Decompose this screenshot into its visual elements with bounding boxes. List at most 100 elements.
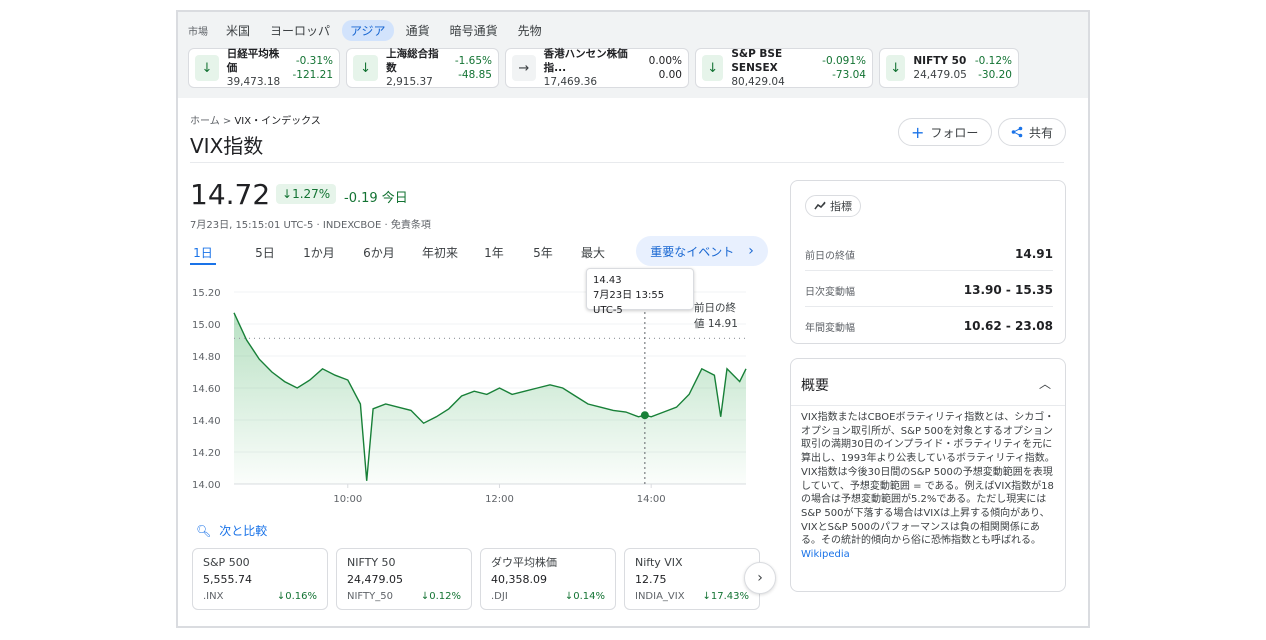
compare-ticker: .DJI: [491, 591, 508, 602]
card-pct: -1.65%: [454, 55, 492, 67]
card-pct: -0.31%: [295, 55, 333, 67]
change-pill: ↓1.27%: [276, 184, 337, 204]
follow-button[interactable]: + フォロー: [898, 118, 992, 146]
compare-name: NIFTY 50: [347, 556, 396, 569]
compare-pct: 0.12%: [429, 591, 461, 602]
card-value: 2,915.37: [386, 76, 433, 88]
stat-label: 日次変動幅: [805, 287, 855, 298]
hover-point: [640, 411, 649, 420]
range-5d[interactable]: 5日: [240, 244, 290, 265]
market-card-nifty50[interactable]: ↓ NIFTY 50 24,479.05 -0.12% -30.20: [879, 48, 1019, 88]
key-events-button[interactable]: 重要なイベント ›: [636, 236, 768, 266]
compare-card-niftyvix[interactable]: Nifty VIX 12.75 INDIA_VIX ↓17.43%: [624, 548, 760, 610]
card-name: 上海総合指数: [386, 48, 439, 74]
range-1m[interactable]: 1か月: [290, 244, 348, 265]
compare-card-sp500[interactable]: S&P 500 5,555.74 .INX ↓0.16%: [192, 548, 328, 610]
share-icon: [1011, 126, 1023, 138]
about-text: VIX指数またはCBOEボラティリティ指数とは、シカゴ・オプション取引所が、S&…: [801, 411, 1057, 562]
arrow-down-icon: ↓: [276, 591, 286, 602]
range-6m[interactable]: 6か月: [348, 244, 410, 265]
compare-ticker: NIFTY_50: [347, 591, 393, 602]
arrow-down-icon: ↓: [195, 55, 219, 81]
y-tick-label: 14.80: [192, 352, 221, 363]
tab-crypto[interactable]: 暗号通貨: [442, 20, 506, 41]
card-value: 80,429.04: [731, 76, 785, 88]
market-card-shanghai[interactable]: ↓ 上海総合指数 2,915.37 -1.65% -48.85: [346, 48, 499, 88]
range-1y[interactable]: 1年: [470, 244, 518, 265]
tab-europe[interactable]: ヨーロッパ: [262, 20, 338, 41]
market-card-nikkei[interactable]: ↓ 日経平均株価 39,473.18 -0.31% -121.21: [188, 48, 340, 88]
about-title: 概要: [801, 378, 829, 394]
range-5y[interactable]: 5年: [518, 244, 568, 265]
divider: [805, 306, 1053, 307]
finance-page: 市場 米国 ヨーロッパ アジア 通貨 暗号通貨 先物 ↓ 日経平均株価 39,47…: [176, 10, 1090, 628]
range-1d[interactable]: 1日: [190, 244, 216, 265]
plus-icon: +: [911, 122, 925, 142]
compare-value: 5,555.74: [203, 573, 252, 586]
market-card-hangseng[interactable]: → 香港ハンセン株価指... 17,469.36 0.00% 0.00: [505, 48, 689, 88]
breadcrumb-home[interactable]: ホーム: [190, 116, 220, 127]
compare-pct: 17.43%: [710, 591, 749, 602]
compare-pct: 0.14%: [573, 591, 605, 602]
card-pct: -0.091%: [822, 55, 866, 67]
chevron-right-icon: ›: [748, 243, 754, 259]
card-name: NIFTY 50: [913, 55, 967, 67]
compare-value: 12.75: [635, 573, 667, 586]
card-value: 39,473.18: [226, 76, 281, 88]
wikipedia-link[interactable]: Wikipedia: [801, 549, 850, 560]
compare-link[interactable]: 🔍︎ 次と比較: [196, 522, 267, 539]
compare-label: 次と比較: [219, 524, 268, 538]
compare-ticker: INDIA_VIX: [635, 591, 685, 602]
card-value: 24,479.05: [913, 69, 967, 81]
market-card-sensex[interactable]: ↓ S&P BSE SENSEX 80,429.04 -0.091% -73.04: [695, 48, 873, 88]
tab-asia[interactable]: アジア: [342, 20, 394, 41]
arrow-down-icon: ↓: [282, 187, 293, 201]
card-value: 17,469.36: [543, 76, 598, 88]
market-label: 市場: [188, 27, 208, 38]
key-events-label: 重要なイベント: [650, 244, 735, 259]
compare-name: ダウ平均株価: [491, 556, 557, 569]
quote-meta: 7月23日, 15:15:01 UTC-5 · INDEXCBOE · 免責条項: [190, 220, 431, 231]
indicator-chip[interactable]: 指標: [805, 195, 861, 217]
about-panel: 概要 ︿ VIX指数またはCBOEボラティリティ指数とは、シカゴ・オプション取引…: [790, 358, 1066, 592]
next-cards-button[interactable]: ›: [744, 562, 776, 594]
indicator-label: 指標: [830, 200, 852, 213]
share-button[interactable]: 共有: [998, 118, 1066, 146]
card-change: -30.20: [978, 69, 1012, 81]
card-name: S&P BSE SENSEX: [731, 48, 783, 74]
market-strip: 市場 米国 ヨーロッパ アジア 通貨 暗号通貨 先物 ↓ 日経平均株価 39,47…: [178, 12, 1088, 98]
follow-label: フォロー: [930, 125, 979, 140]
compare-name: Nifty VIX: [635, 556, 683, 569]
y-tick-label: 14.40: [192, 416, 221, 427]
stat-value: 13.90 - 15.35: [963, 283, 1053, 297]
stat-label: 年間変動幅: [805, 323, 855, 334]
arrow-down-icon: ↓: [702, 55, 724, 81]
tab-us[interactable]: 米国: [218, 20, 258, 41]
y-tick-label: 15.00: [192, 320, 221, 331]
card-name: 香港ハンセン株価指...: [543, 48, 628, 74]
tooltip-value: 14.43: [593, 275, 622, 286]
x-tick-label: 10:00: [333, 494, 362, 505]
chevron-right-icon: >: [222, 116, 235, 127]
range-tabs: 1日 5日 1か月 6か月 年初来 1年 5年 最大: [190, 244, 618, 265]
stat-value: 10.62 - 23.08: [963, 319, 1053, 333]
compare-ticker: .INX: [203, 591, 224, 602]
range-ytd[interactable]: 年初来: [410, 244, 470, 265]
tab-futures[interactable]: 先物: [510, 20, 550, 41]
card-change: -48.85: [458, 69, 492, 81]
range-max[interactable]: 最大: [568, 244, 618, 265]
compare-card-dow[interactable]: ダウ平均株価 40,358.09 .DJI ↓0.14%: [480, 548, 616, 610]
compare-name: S&P 500: [203, 556, 250, 569]
tooltip-time: 7月23日 13:55 UTC-5: [593, 290, 665, 316]
tab-currency[interactable]: 通貨: [398, 20, 438, 41]
card-change: -121.21: [292, 69, 333, 81]
arrow-down-icon: ↓: [702, 591, 711, 602]
chevron-up-icon[interactable]: ︿: [1039, 375, 1051, 392]
compare-pct: 0.16%: [285, 591, 317, 602]
compare-card-nifty50[interactable]: NIFTY 50 24,479.05 NIFTY_50 ↓0.12%: [336, 548, 472, 610]
current-price: 14.72: [190, 178, 271, 211]
stat-value: 14.91: [1015, 247, 1053, 261]
compare-value: 24,479.05: [347, 573, 403, 586]
arrow-down-icon: ↓: [886, 55, 906, 81]
stats-panel: 指標 前日の終値 14.91 日次変動幅 13.90 - 15.35 年間変動幅 10…: [790, 180, 1066, 344]
